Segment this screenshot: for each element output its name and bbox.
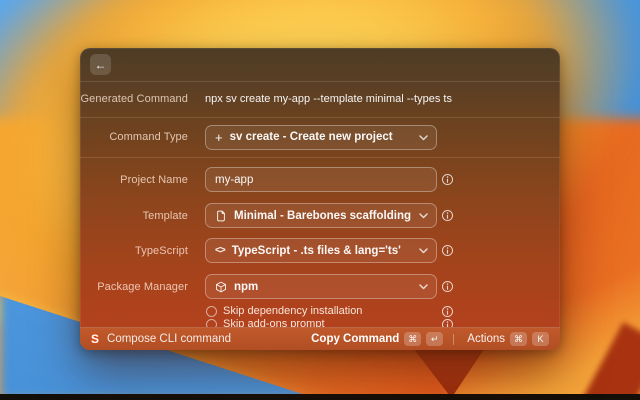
template-dropdown[interactable]: Minimal - Barebones scaffolding (205, 203, 437, 228)
project-name-value: my-app (215, 174, 253, 186)
plus-icon: + (215, 131, 223, 144)
copy-command-button[interactable]: Copy Command (311, 333, 399, 345)
info-icon[interactable] (441, 244, 454, 257)
footer-app-name: Compose CLI command (107, 333, 231, 345)
command-type-label: Command Type (80, 131, 188, 143)
package-manager-dropdown[interactable]: npm (205, 274, 437, 299)
package-manager-label: Package Manager (80, 281, 188, 293)
generated-command-value: npx sv create my-app --template minimal … (205, 93, 546, 105)
footer-actions: Copy Command ⌘ ↵ Actions ⌘ K (311, 332, 549, 346)
package-manager-value: npm (234, 281, 258, 293)
typescript-value: TypeScript - .ts files & lang='ts' (232, 245, 401, 257)
footer-separator (453, 334, 454, 345)
typescript-dropdown[interactable]: <> TypeScript - .ts files & lang='ts' (205, 238, 437, 263)
command-key-icon: ⌘ (510, 332, 527, 346)
footer-bar: S Compose CLI command Copy Command ⌘ ↵ A… (80, 327, 560, 350)
skip-dependency-label: Skip dependency installation (223, 305, 362, 317)
skip-dependency-row: Skip dependency installation (80, 304, 560, 318)
compose-cli-window: ← Generated Command npx sv create my-app… (80, 48, 560, 350)
window-header: ← (80, 48, 560, 81)
k-key-icon: K (532, 332, 549, 346)
chevron-down-icon (419, 211, 428, 220)
dock-strip (0, 394, 640, 400)
command-type-row: Command Type + sv create - Create new pr… (80, 117, 560, 157)
divider (80, 157, 560, 158)
screen: ← Generated Command npx sv create my-app… (0, 0, 640, 400)
project-name-row: Project Name my-app (80, 167, 560, 192)
info-icon[interactable] (441, 209, 454, 222)
package-icon (215, 281, 227, 293)
generated-command-label: Generated Command (80, 93, 188, 105)
back-icon: ← (95, 58, 107, 72)
template-value: Minimal - Barebones scaffolding (234, 210, 411, 222)
info-icon[interactable] (441, 305, 454, 318)
info-icon[interactable] (441, 173, 454, 186)
chevron-down-icon (419, 246, 428, 255)
file-icon (215, 210, 227, 222)
svelte-icon: S (91, 333, 99, 345)
return-key-icon: ↵ (426, 332, 443, 346)
command-key-icon: ⌘ (404, 332, 421, 346)
project-name-input[interactable]: my-app (205, 167, 437, 192)
template-row: Template Minimal - Barebones scaffolding (80, 203, 560, 228)
generated-command-row: Generated Command npx sv create my-app -… (80, 81, 560, 117)
info-icon[interactable] (441, 280, 454, 293)
typescript-label: TypeScript (80, 245, 188, 257)
footer-app: S Compose CLI command (91, 333, 231, 345)
package-manager-row: Package Manager npm (80, 274, 560, 299)
command-type-value: sv create - Create new project (230, 131, 393, 143)
back-button[interactable]: ← (90, 54, 111, 75)
code-icon: <> (215, 245, 225, 256)
chevron-down-icon (419, 133, 428, 142)
chevron-down-icon (419, 282, 428, 291)
template-label: Template (80, 210, 188, 222)
typescript-row: TypeScript <> TypeScript - .ts files & l… (80, 238, 560, 263)
skip-dependency-checkbox[interactable] (206, 306, 217, 317)
actions-button[interactable]: Actions (467, 333, 505, 345)
project-name-label: Project Name (80, 174, 188, 186)
command-type-dropdown[interactable]: + sv create - Create new project (205, 125, 437, 150)
